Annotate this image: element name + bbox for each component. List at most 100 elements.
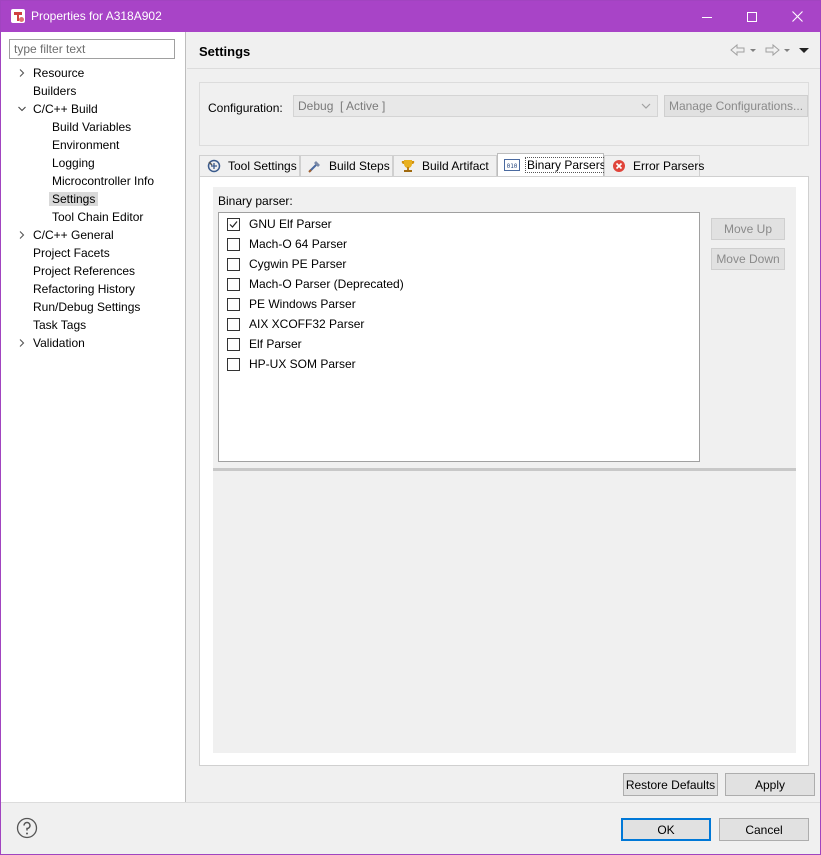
build-steps-icon [307,158,323,174]
tree-item-project-references[interactable]: Project References [33,262,135,280]
back-dropdown-icon[interactable] [748,44,758,58]
parser-list-item[interactable]: Mach-O Parser (Deprecated) [227,275,404,293]
window-title: Properties for A318A902 [31,9,162,23]
parser-label: GNU Elf Parser [249,217,332,231]
parser-label: Cygwin PE Parser [249,257,347,271]
view-menu-icon[interactable] [798,44,810,58]
trophy-icon [400,158,416,174]
chevron-down-icon[interactable] [16,100,28,118]
back-arrow-icon[interactable] [730,43,746,60]
parser-checkbox[interactable] [227,317,240,331]
tree-item-settings[interactable]: Settings [49,190,99,208]
tree-item-run-debug-settings[interactable]: Run/Debug Settings [33,298,140,316]
parser-list-item[interactable]: Mach-O 64 Parser [227,235,347,253]
move-up-button[interactable]: Move Up [711,218,785,240]
chevron-right-icon[interactable] [16,226,28,244]
settings-pane: Settings Configuration: Debug [ Active ] [187,32,820,802]
maximize-button[interactable] [729,1,775,32]
tree-item-label: Validation [33,336,85,350]
page-title: Settings [199,44,251,59]
tree-item-project-facets[interactable]: Project Facets [33,244,110,262]
parser-checkbox[interactable] [227,297,240,311]
tree-item-label: C/C++ Build [33,102,98,116]
binary-parsers-content: Binary parser: GNU Elf Parser Mach-O 64 P… [213,187,796,753]
properties-dialog: Properties for A318A902 Resource Builders… [0,0,821,855]
tree-item-builders[interactable]: Builders [33,82,76,100]
tree-item-c-c-general[interactable]: C/C++ General [19,226,114,244]
tree-item-label: Resource [33,66,85,80]
tree-item-refactoring-history[interactable]: Refactoring History [33,280,135,298]
help-icon[interactable] [16,817,38,842]
parser-checkbox[interactable] [227,237,240,251]
history-nav [730,42,810,60]
ok-button[interactable]: OK [621,818,711,841]
parser-label: AIX XCOFF32 Parser [249,317,365,331]
minimize-button[interactable] [684,1,730,32]
tab-build-artifact[interactable]: Build Artifact [393,155,497,176]
tree-item-label: Build Variables [52,120,132,134]
tree-item-microcontroller-info[interactable]: Microcontroller Info [52,172,154,190]
parser-label: Mach-O Parser (Deprecated) [249,277,404,291]
tree-item-label: C/C++ General [33,228,114,242]
parser-label: HP-UX SOM Parser [249,357,356,371]
tree-item-label: Logging [52,156,95,170]
tree-item-label: Project References [33,264,136,278]
binary-icon: 010 [504,157,520,173]
parser-label: Elf Parser [249,337,302,351]
restore-defaults-button[interactable]: Restore Defaults [623,773,718,796]
apply-button[interactable]: Apply [725,773,815,796]
parser-checkbox[interactable] [227,357,240,371]
tree-item-label: Run/Debug Settings [33,300,141,314]
move-down-button[interactable]: Move Down [711,248,785,270]
manage-configurations-button[interactable]: Manage Configurations... [664,95,808,117]
forward-arrow-icon[interactable] [764,43,780,60]
filter-input[interactable] [9,39,175,59]
binary-parser-list: GNU Elf Parser Mach-O 64 Parser Cygwin PE … [218,212,700,462]
tab-error-parsers[interactable]: Error Parsers [604,155,704,176]
parser-checkbox[interactable] [227,277,240,291]
tree-item-label: Environment [52,138,120,152]
parser-list-item[interactable]: AIX XCOFF32 Parser [227,315,364,333]
tree-item-resource[interactable]: Resource [19,64,85,82]
tree-item-label: Project Facets [33,246,110,260]
forward-dropdown-icon[interactable] [782,44,792,58]
chevron-down-icon [641,100,651,114]
chevron-right-icon[interactable] [16,64,28,82]
configuration-label: Configuration: [208,101,283,115]
parser-list-item[interactable]: GNU Elf Parser [227,215,332,233]
chevron-right-icon[interactable] [16,334,28,352]
parser-checkbox[interactable] [227,217,240,231]
parser-list-item[interactable]: PE Windows Parser [227,295,356,313]
binary-parsers-panel: Binary parser: GNU Elf Parser Mach-O 64 P… [199,176,809,766]
configuration-select[interactable]: Debug [ Active ] [293,95,658,117]
configuration-group: Configuration: Debug [ Active ] Manage C… [199,82,809,146]
tree-item-environment[interactable]: Environment [52,136,119,154]
header-separator [187,68,820,69]
splitter[interactable] [213,468,796,471]
cancel-button[interactable]: Cancel [719,818,809,841]
parser-list-item[interactable]: Cygwin PE Parser [227,255,346,273]
tree-item-validation[interactable]: Validation [19,334,85,352]
tree-item-label: Settings [49,192,99,206]
close-button[interactable] [774,1,820,32]
tree-item-build-variables[interactable]: Build Variables [52,118,131,136]
parser-label: PE Windows Parser [249,297,356,311]
parser-checkbox[interactable] [227,257,240,271]
tree-item-logging[interactable]: Logging [52,154,95,172]
tree-item-task-tags[interactable]: Task Tags [33,316,86,334]
parser-label: Mach-O 64 Parser [249,237,348,251]
parser-list-item[interactable]: HP-UX SOM Parser [227,355,356,373]
parser-list-item[interactable]: Elf Parser [227,335,302,353]
tree-item-label: Builders [33,84,77,98]
tab-tool-settings[interactable]: Tool Settings [199,155,300,176]
title-bar: Properties for A318A902 [1,1,820,32]
tree-item-c-c-build[interactable]: C/C++ Build [18,100,98,118]
tree-item-tool-chain-editor[interactable]: Tool Chain Editor [52,208,143,226]
parser-checkbox[interactable] [227,337,240,351]
tree-item-label: Refactoring History [33,282,136,296]
tab-build-steps[interactable]: Build Steps [300,155,393,176]
svg-text:010: 010 [507,163,518,170]
tree-item-label: Tool Chain Editor [52,210,144,224]
binary-parser-label: Binary parser: [218,194,293,208]
tab-binary-parsers[interactable]: 010 Binary Parsers [497,153,608,176]
